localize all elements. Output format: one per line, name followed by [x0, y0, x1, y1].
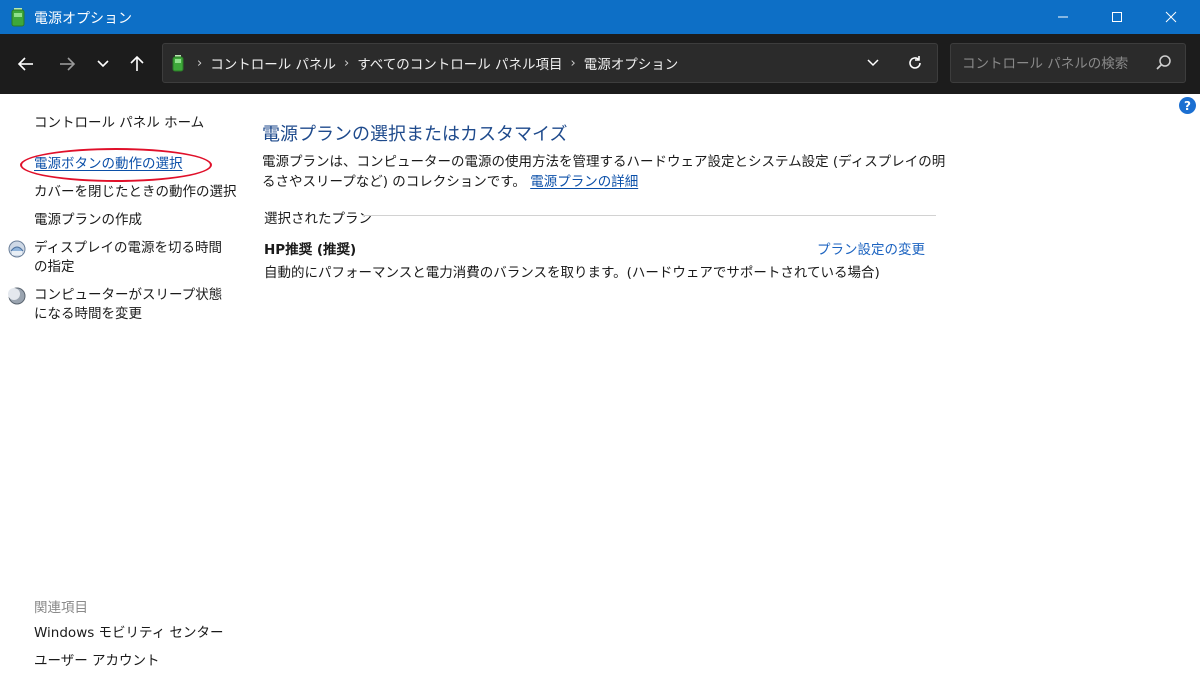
minimize-icon — [1058, 16, 1068, 18]
chevron-right-icon: › — [344, 55, 350, 71]
plan-name: HP推奨 (推奨) — [264, 242, 357, 258]
title-bar: 電源オプション — [0, 0, 1200, 34]
main-content: 電源プランの選択またはカスタマイズ 電源プランは、コンピューターの電源の使用方法… — [262, 94, 945, 694]
chevron-right-icon: › — [197, 55, 203, 71]
chevron-down-icon — [97, 60, 109, 68]
back-button[interactable] — [12, 50, 40, 78]
arrow-up-icon — [130, 55, 144, 71]
chevron-right-icon: › — [570, 55, 576, 71]
section-divider — [362, 215, 936, 216]
sidebar-item-sleep-time[interactable]: コンピューターがスリープ状態になる時間を変更 — [34, 286, 226, 324]
power-options-window: 電源オプション › コントロール パネル › すべてのコントロール パネル項目 … — [0, 0, 1200, 694]
search-icon[interactable] — [1155, 54, 1173, 72]
highlight-ellipse — [20, 148, 212, 182]
left-panel: コントロール パネル ホーム 電源ボタンの動作の選択 カバーを閉じたときの動作の… — [0, 94, 240, 694]
sidebar-item-display-off[interactable]: ディスプレイの電源を切る時間の指定 — [34, 239, 226, 277]
address-bar[interactable]: › コントロール パネル › すべてのコントロール パネル項目 › 電源オプショ… — [162, 43, 938, 83]
refresh-button[interactable] — [903, 51, 927, 75]
page-title: 電源プランの選択またはカスタマイズ — [262, 124, 568, 145]
search-box[interactable] — [950, 43, 1186, 83]
minimize-button[interactable] — [1036, 0, 1090, 34]
navigation-bar: › コントロール パネル › すべてのコントロール パネル項目 › 電源オプショ… — [0, 34, 1200, 94]
arrow-right-icon — [60, 57, 76, 71]
close-icon — [1165, 11, 1177, 23]
arrow-left-icon — [17, 57, 33, 71]
chevron-down-icon — [867, 59, 879, 67]
plan-details-link[interactable]: 電源プランの詳細 — [530, 174, 638, 190]
change-plan-settings-link[interactable]: プラン設定の変更 — [817, 238, 925, 258]
sidebar-item-lid-close[interactable]: カバーを閉じたときの動作の選択 — [34, 183, 237, 202]
page-description: 電源プランは、コンピューターの電源の使用方法を管理するハードウェア設定とシステム… — [262, 152, 952, 192]
window-title: 電源オプション — [34, 11, 132, 27]
maximize-button[interactable] — [1090, 0, 1144, 34]
forward-button[interactable] — [53, 50, 81, 78]
refresh-icon — [909, 56, 921, 69]
search-input[interactable] — [960, 53, 1154, 75]
control-panel-home-link[interactable]: コントロール パネル ホーム — [34, 114, 204, 133]
related-heading: 関連項目 — [34, 600, 88, 616]
battery-icon — [172, 55, 184, 72]
breadcrumb-all-items[interactable]: すべてのコントロール パネル項目 — [357, 53, 562, 73]
selected-plan-heading: 選択されたプラン — [264, 211, 372, 227]
help-button[interactable]: ? — [1179, 97, 1196, 114]
battery-icon — [11, 8, 25, 27]
recent-locations-button[interactable] — [89, 50, 117, 78]
related-user-accounts-link[interactable]: ユーザー アカウント — [34, 652, 160, 671]
moon-icon — [8, 287, 26, 305]
breadcrumb-control-panel[interactable]: コントロール パネル — [210, 53, 336, 73]
display-icon — [8, 240, 26, 258]
sidebar-item-create-plan[interactable]: 電源プランの作成 — [34, 211, 142, 230]
breadcrumb: › コントロール パネル › すべてのコントロール パネル項目 › 電源オプショ… — [171, 44, 678, 82]
breadcrumb-power-options[interactable]: 電源オプション — [584, 53, 679, 73]
close-button[interactable] — [1144, 0, 1198, 34]
related-mobility-center-link[interactable]: Windows モビリティ センター — [34, 624, 224, 643]
maximize-icon — [1112, 12, 1122, 22]
plan-description: 自動的にパフォーマンスと電力消費のバランスを取ります。(ハードウェアでサポートさ… — [264, 265, 880, 281]
up-button[interactable] — [123, 50, 151, 78]
address-dropdown-button[interactable] — [861, 51, 885, 75]
